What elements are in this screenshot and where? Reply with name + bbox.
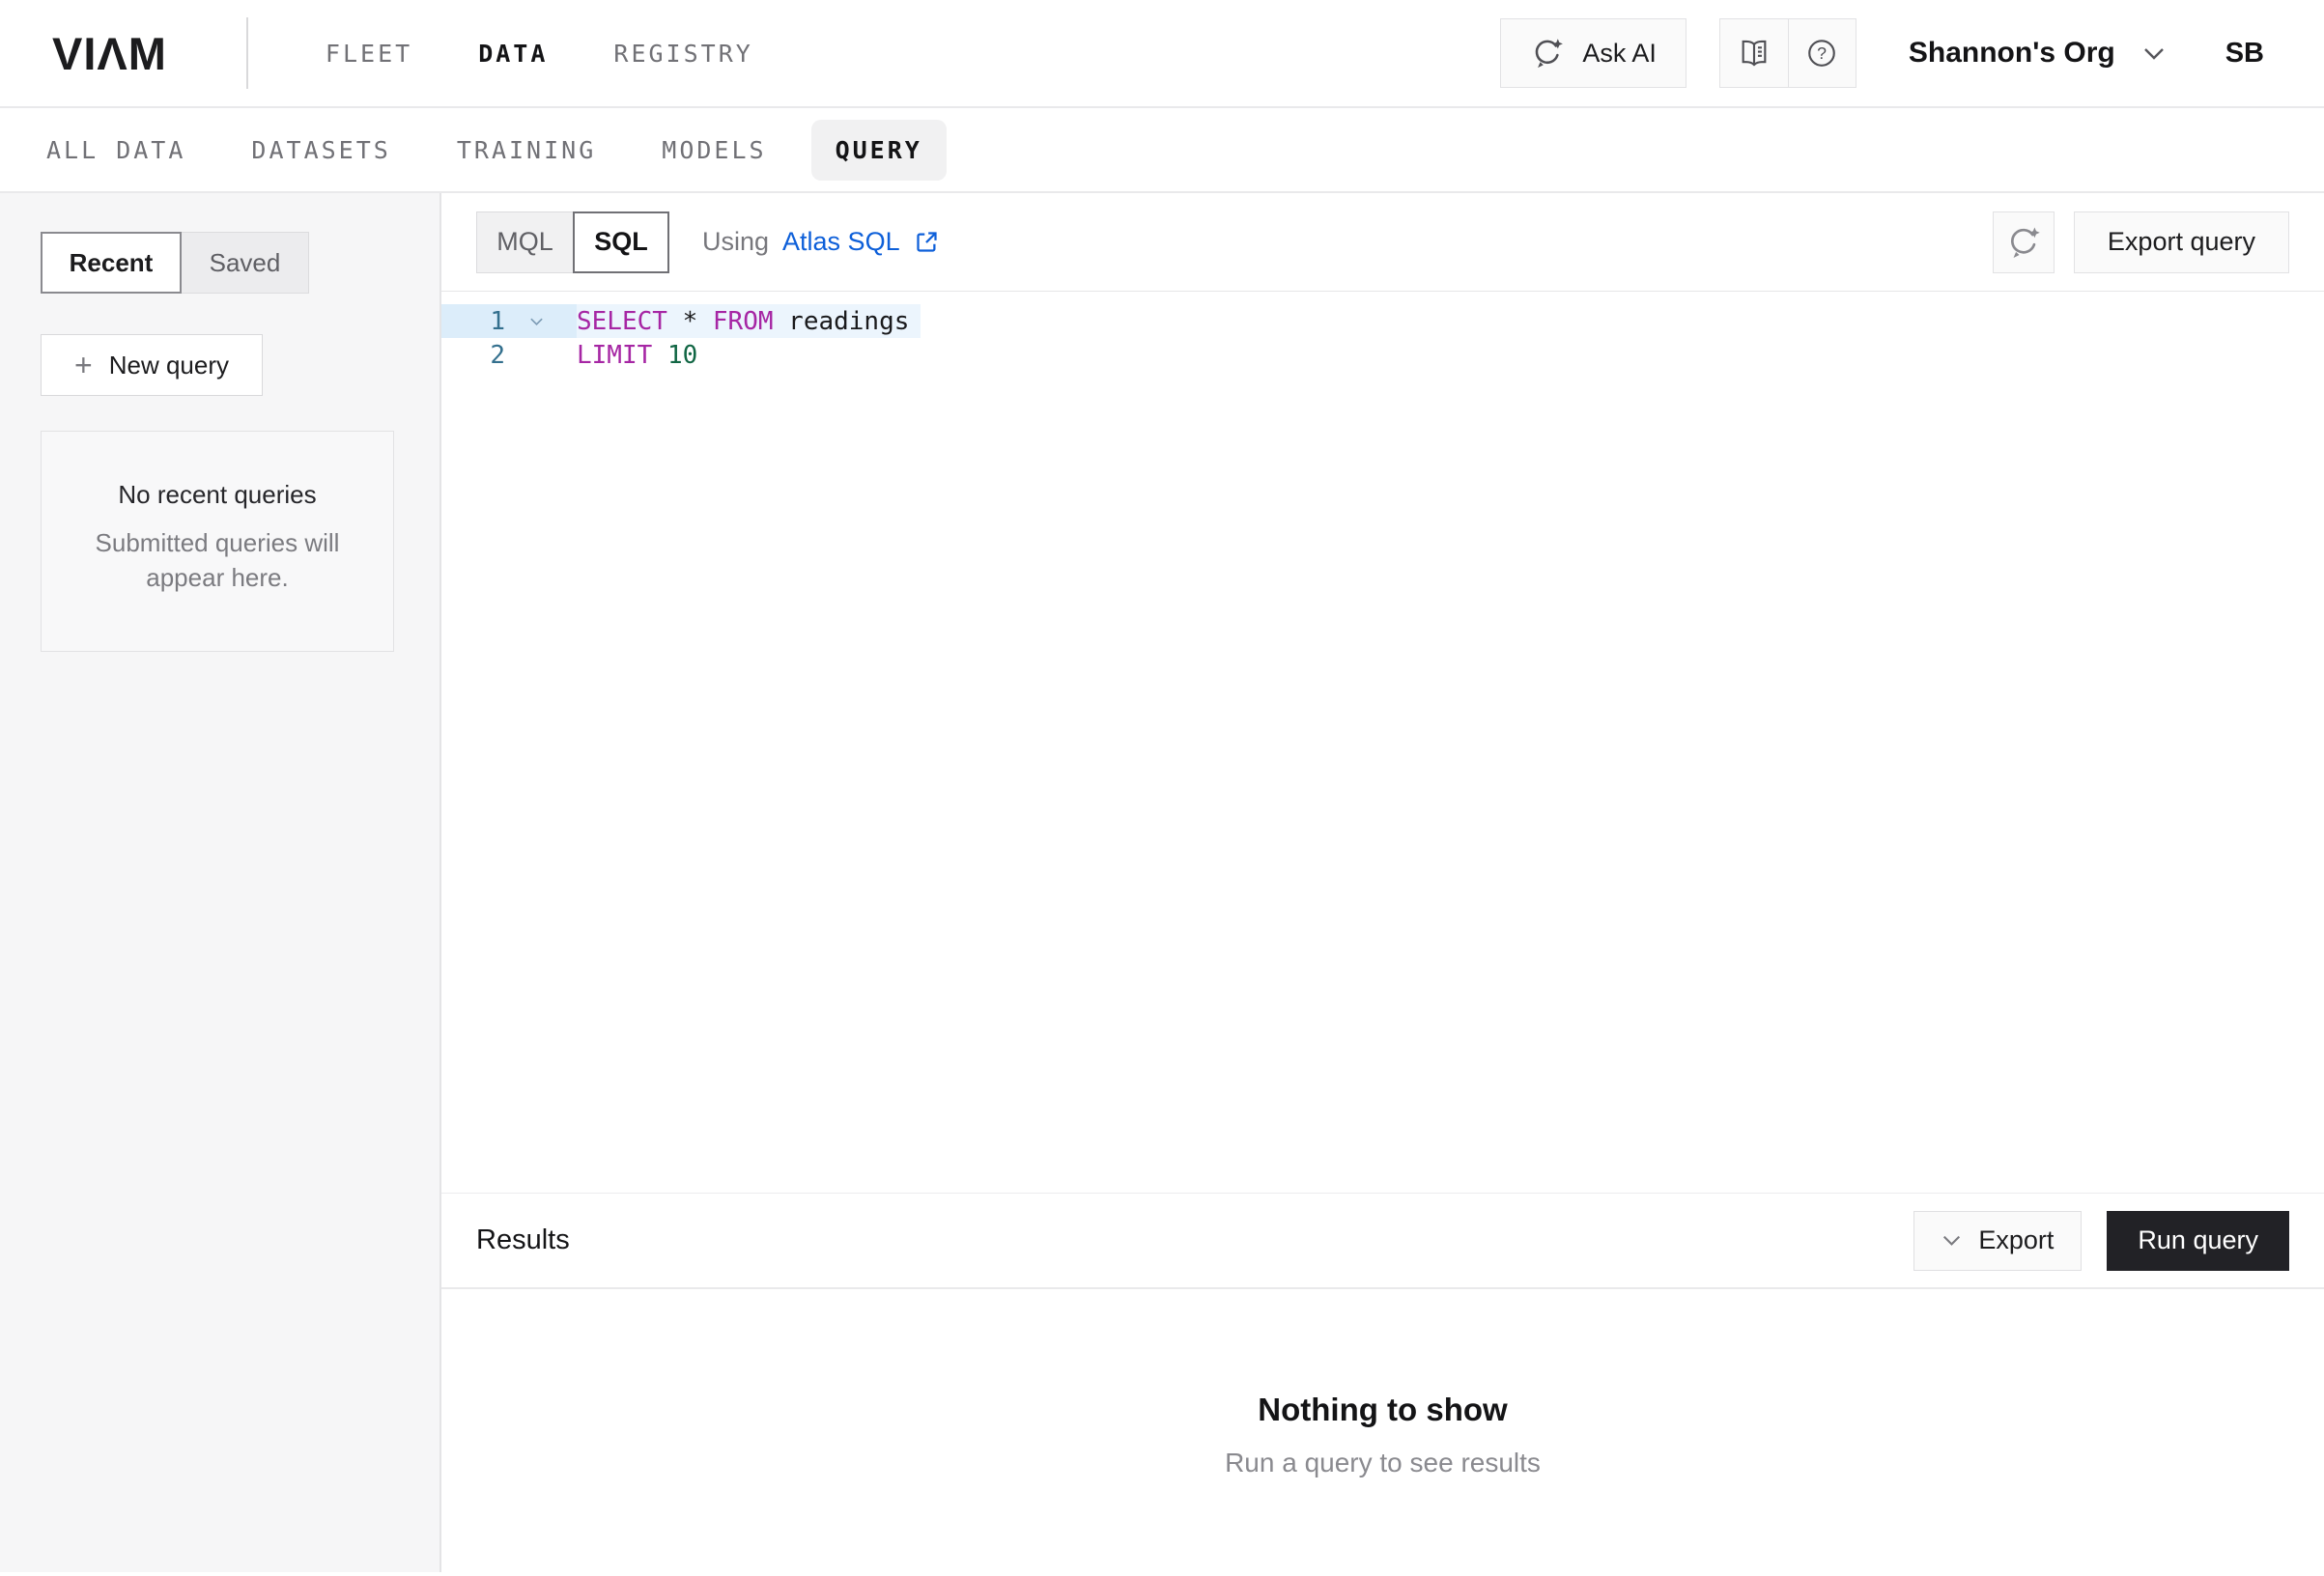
top-bar: VIΛM FLEET DATA REGISTRY Ask AI xyxy=(0,0,2324,108)
results-title: Results xyxy=(476,1224,570,1256)
tab-query[interactable]: QUERY xyxy=(811,120,947,181)
nav-registry[interactable]: REGISTRY xyxy=(613,40,752,68)
data-subnav: ALL DATA DATASETS TRAINING MODELS QUERY xyxy=(0,108,2324,193)
ai-sparkle-refresh-icon xyxy=(1530,36,1565,70)
results-empty-state: Nothing to show Run a query to see resul… xyxy=(441,1289,2324,1572)
tab-all-data[interactable]: ALL DATA xyxy=(46,136,185,164)
sql-code-editor[interactable]: 1 SELECT * FROM readings 2 LIMIT 10 xyxy=(441,292,2324,1193)
org-switcher[interactable]: Shannon's Org xyxy=(1909,37,2166,70)
line-number: 2 xyxy=(441,341,505,370)
run-query-button[interactable]: Run query xyxy=(2107,1211,2289,1271)
sql-keyword: LIMIT xyxy=(577,341,652,370)
line-number: 1 xyxy=(441,307,505,336)
query-sidebar: Recent Saved + New query No recent queri… xyxy=(0,193,441,1572)
svg-text:?: ? xyxy=(1817,43,1827,63)
chevron-down-icon xyxy=(2142,46,2166,61)
ask-ai-label: Ask AI xyxy=(1582,39,1657,69)
sql-text: readings xyxy=(774,307,910,336)
content-area: Recent Saved + New query No recent queri… xyxy=(0,193,2324,1572)
tab-datasets[interactable]: DATASETS xyxy=(251,136,390,164)
export-results-button[interactable]: Export xyxy=(1913,1211,2082,1271)
mode-toggle-mql[interactable]: MQL xyxy=(476,211,573,273)
fold-chevron-icon[interactable] xyxy=(505,317,567,326)
nav-fleet[interactable]: FLEET xyxy=(326,40,412,68)
export-query-button[interactable]: Export query xyxy=(2074,211,2289,273)
empty-state-subtitle: Submitted queries will appear here. xyxy=(77,525,357,595)
sql-number: 10 xyxy=(667,341,697,370)
nav-data[interactable]: DATA xyxy=(478,40,548,68)
ai-sparkle-refresh-icon xyxy=(2005,224,2042,261)
code-line-1[interactable]: 1 SELECT * FROM readings xyxy=(441,304,2324,338)
editor-gutter: 1 xyxy=(441,304,577,338)
help-button-group: ? xyxy=(1719,18,1856,88)
code-text: LIMIT 10 xyxy=(577,341,697,370)
results-header: Results Export Run query xyxy=(441,1193,2324,1289)
new-query-label: New query xyxy=(109,351,229,380)
results-empty-subtitle: Run a query to see results xyxy=(441,1448,2324,1478)
plus-icon: + xyxy=(74,350,93,380)
help-button[interactable]: ? xyxy=(1788,19,1856,87)
code-text: SELECT * FROM readings xyxy=(577,307,909,336)
main-nav: FLEET DATA REGISTRY xyxy=(326,40,753,68)
external-link-icon xyxy=(914,229,940,255)
avatar[interactable]: SB xyxy=(2225,38,2264,70)
query-toolbar: MQL SQL Using Atlas SQL xyxy=(441,193,2324,292)
empty-state-title: No recent queries xyxy=(71,480,364,510)
sql-text: * xyxy=(667,307,713,336)
recent-saved-toggle: Recent Saved xyxy=(41,232,439,294)
results-empty-title: Nothing to show xyxy=(441,1392,2324,1428)
new-query-button[interactable]: + New query xyxy=(41,334,263,396)
ask-ai-button[interactable]: Ask AI xyxy=(1500,18,1686,88)
editor-gutter: 2 xyxy=(441,338,577,372)
export-label: Export xyxy=(1978,1225,2054,1255)
question-circle-icon: ? xyxy=(1805,37,1838,70)
ai-generate-query-button[interactable] xyxy=(1993,211,2055,273)
atlas-sql-link[interactable]: Atlas SQL xyxy=(782,227,940,257)
docs-button[interactable] xyxy=(1720,19,1788,87)
mode-toggle-sql[interactable]: SQL xyxy=(573,211,669,273)
query-main-panel: MQL SQL Using Atlas SQL xyxy=(441,193,2324,1572)
using-label: Using xyxy=(702,227,769,257)
tab-saved[interactable]: Saved xyxy=(182,232,309,294)
sql-keyword: SELECT xyxy=(577,307,667,336)
atlas-sql-link-label: Atlas SQL xyxy=(782,227,900,257)
tab-recent[interactable]: Recent xyxy=(41,232,182,294)
book-icon xyxy=(1738,37,1771,70)
tab-training[interactable]: TRAINING xyxy=(457,136,596,164)
sql-text xyxy=(652,341,667,370)
chevron-down-icon xyxy=(1941,1234,1962,1247)
recent-queries-empty-state: No recent queries Submitted queries will… xyxy=(41,431,394,652)
tab-models[interactable]: MODELS xyxy=(662,136,766,164)
code-line-2[interactable]: 2 LIMIT 10 xyxy=(441,338,2324,372)
divider xyxy=(246,17,248,89)
org-name: Shannon's Org xyxy=(1909,37,2115,70)
sql-keyword: FROM xyxy=(713,307,774,336)
viam-logo[interactable]: VIΛM xyxy=(52,27,167,80)
